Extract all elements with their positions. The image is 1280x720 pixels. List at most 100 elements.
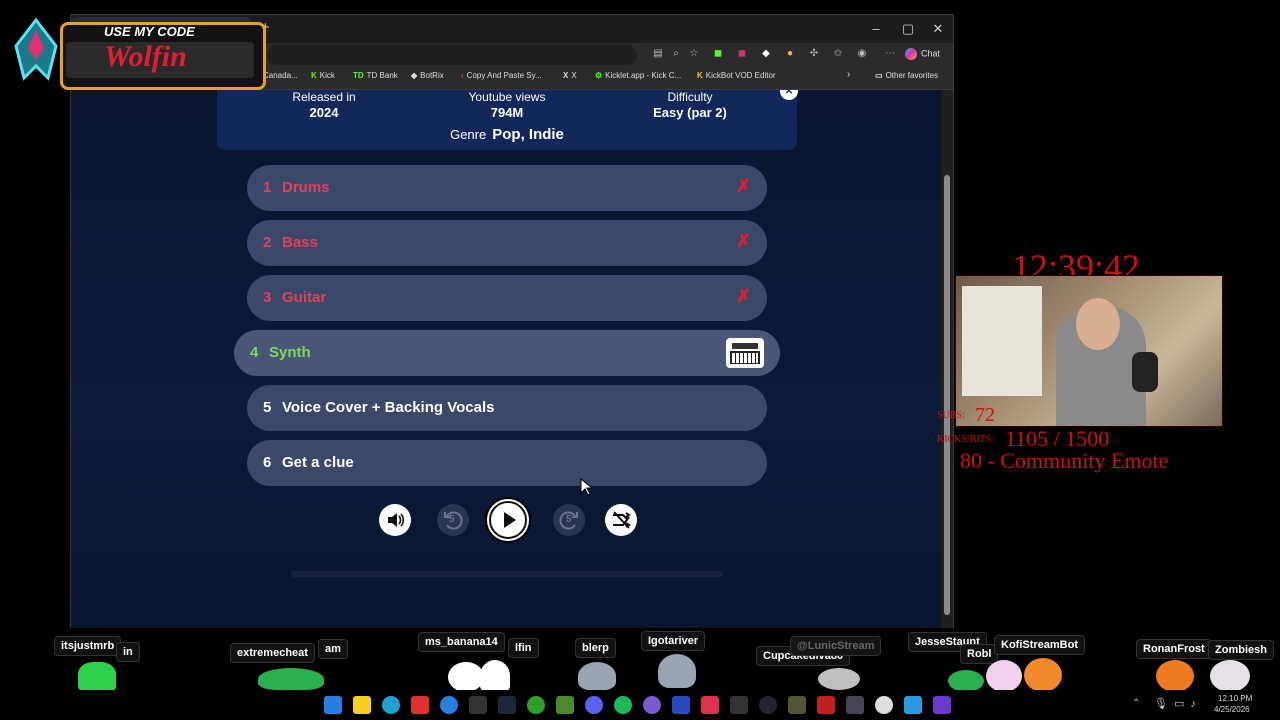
app-icon[interactable] [846, 696, 864, 714]
favorite-star-icon[interactable]: ☆ [687, 47, 701, 61]
scrollbar-thumb[interactable] [944, 175, 950, 615]
vivaldi-icon[interactable] [411, 696, 429, 714]
split-screen-icon[interactable]: ▤ [651, 47, 665, 61]
shuffle-off-icon [613, 511, 631, 529]
track-row-guitar[interactable]: 3 Guitar ✗ [247, 275, 767, 321]
other-favorites[interactable]: ▭ Other favorites [875, 71, 938, 80]
chatter-avatar-shark [578, 662, 616, 690]
edge-icon[interactable] [382, 696, 400, 714]
track-name: Drums [282, 179, 330, 196]
clock-date[interactable]: 4/25/2026 [1214, 705, 1250, 714]
volume-button[interactable] [379, 504, 411, 536]
app-icon[interactable] [672, 696, 690, 714]
webcam-head [1076, 298, 1120, 350]
app-icon[interactable] [440, 696, 458, 714]
tray-icons[interactable]: 🎙▭♪ [1154, 697, 1202, 710]
chatter-avatar-turtle [948, 670, 984, 692]
chatter-name: itsjustmrb [54, 636, 122, 656]
forward-5-button[interactable]: 5 [553, 504, 585, 536]
discord-icon[interactable] [585, 696, 603, 714]
track-row-drums[interactable]: 1 Drums ✗ [247, 165, 767, 211]
shuffle-off-button[interactable] [605, 504, 637, 536]
difficulty-label: Difficulty [667, 90, 713, 104]
app-icon[interactable] [469, 696, 487, 714]
maximize-icon[interactable]: ▢ [893, 19, 923, 39]
app-icon[interactable] [643, 696, 661, 714]
chatter-name: extremecheat [230, 643, 315, 663]
profile-icon[interactable]: ◉ [855, 47, 869, 61]
bookmark-item[interactable]: ⚙ Kicklet.app - Kick C... [595, 71, 681, 80]
minecraft-icon[interactable] [556, 696, 574, 714]
webcam-whiteboard [962, 286, 1042, 396]
extensions-puzzle-icon[interactable]: ✣ [807, 47, 821, 61]
rewind-5-button[interactable]: 5 [437, 504, 469, 536]
bookmark-item[interactable]: TD TD Bank [353, 71, 398, 80]
app-icon[interactable] [904, 696, 922, 714]
track-number: 2 [263, 234, 272, 251]
bookmark-item[interactable]: ◆ BotRix [411, 71, 444, 80]
notes-icon[interactable] [353, 696, 371, 714]
minimize-icon[interactable]: – [861, 19, 891, 39]
chatter-name: Zombiesh [1208, 640, 1274, 660]
genre-value: Pop, Indie [492, 126, 564, 143]
chatter-avatar-ghost [480, 660, 510, 692]
app-icon[interactable] [933, 696, 951, 714]
extension-icon[interactable]: ● [783, 47, 797, 61]
app-icon[interactable] [701, 696, 719, 714]
bookmark-label: X [571, 71, 577, 80]
chatter-name: @LunicStream [790, 636, 882, 656]
bookmark-item[interactable]: K KickBot VOD Editor [697, 71, 776, 80]
track-row-bass[interactable]: 2 Bass ✗ [247, 220, 767, 266]
progress-track[interactable] [291, 571, 723, 577]
track-number: 1 [263, 179, 272, 196]
kicklet-icon: ⚙ [595, 71, 603, 80]
play-icon [489, 501, 527, 539]
close-window-icon[interactable]: ✕ [923, 19, 953, 39]
extension-icon[interactable]: ◼ [711, 47, 725, 61]
copy-paste-icon: ‹ [461, 71, 464, 80]
bookmark-item[interactable]: Canada... [263, 71, 298, 80]
webcam-microphone [1132, 352, 1158, 392]
favorites-icon[interactable]: ✩ [831, 47, 845, 61]
extension-icon[interactable]: ◆ [759, 47, 773, 61]
bookmark-item[interactable]: ‹ Copy And Paste Sy... [461, 71, 542, 80]
chatter-name: Robl [960, 644, 999, 664]
difficulty-value: Easy (par 2) [653, 105, 727, 120]
bookmark-item[interactable]: XX [563, 71, 577, 80]
tray-chevron-icon[interactable]: ⌃ [1132, 698, 1140, 709]
track-row-vocals[interactable]: 5 Voice Cover + Backing Vocals [247, 385, 767, 431]
copilot-chat-button[interactable]: Chat [905, 48, 940, 60]
bookmark-item[interactable]: K Kick [311, 71, 335, 80]
synth-keyboard-icon [726, 338, 764, 368]
steam-icon[interactable] [498, 696, 516, 714]
track-name: Bass [282, 234, 318, 251]
start-icon[interactable] [324, 696, 342, 714]
track-number: 4 [250, 344, 259, 361]
subs-label: SUBS: [937, 410, 965, 421]
chatter-avatar-tiger [1024, 658, 1062, 692]
xbox-icon[interactable] [527, 696, 545, 714]
app-icon[interactable] [730, 696, 748, 714]
app-icon[interactable] [875, 696, 893, 714]
url-field[interactable] [267, 45, 637, 65]
bookmark-label: KickBot VOD Editor [705, 71, 776, 80]
close-panel-icon[interactable]: ✕ [780, 90, 798, 100]
clock-time[interactable]: 12:10 PM [1218, 694, 1252, 703]
bookmarks-overflow-chevron-icon[interactable]: › [847, 69, 850, 80]
views-value: 794M [490, 105, 524, 120]
app-icon[interactable] [759, 696, 777, 714]
app-icon[interactable] [788, 696, 806, 714]
spotify-icon[interactable] [614, 696, 632, 714]
more-menu-icon[interactable]: ⋯ [883, 47, 897, 61]
zoom-icon[interactable]: ⌕ [669, 47, 683, 61]
play-button[interactable] [485, 497, 531, 543]
wolf-logo-icon [14, 17, 58, 81]
chatter-name: RonanFrost [1136, 639, 1212, 659]
app-icon[interactable] [817, 696, 835, 714]
chatter-avatar-shark [658, 654, 696, 688]
track-number: 6 [263, 454, 272, 471]
extension-icon[interactable]: ◼ [735, 47, 749, 61]
track-row-synth[interactable]: 4 Synth [234, 330, 780, 376]
bookmark-label: Copy And Paste Sy... [466, 71, 542, 80]
track-row-clue[interactable]: 6 Get a clue [247, 440, 767, 486]
